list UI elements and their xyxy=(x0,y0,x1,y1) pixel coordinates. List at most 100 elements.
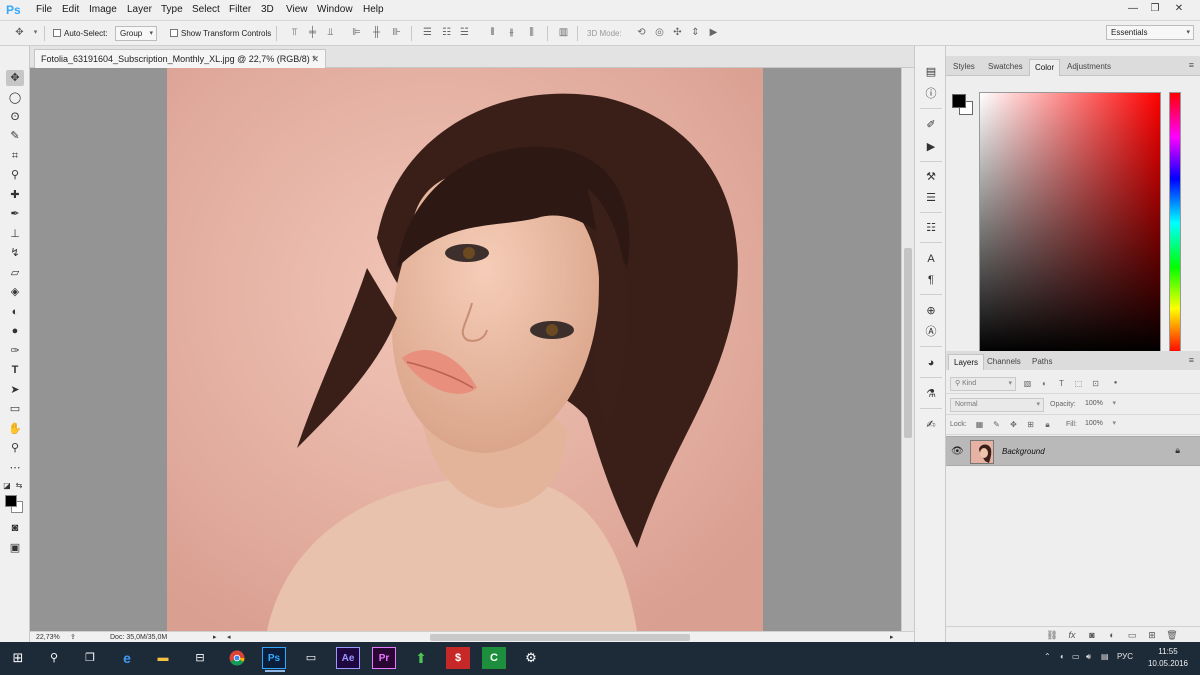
scroll-right-icon[interactable]: ▸ xyxy=(890,633,894,641)
chevron-down-icon[interactable]: ▾ xyxy=(30,27,41,38)
lock-image-icon[interactable]: ✎ xyxy=(991,419,1002,430)
tool-presets-icon[interactable]: ⚒ xyxy=(923,169,939,185)
premiere-icon[interactable]: Pr xyxy=(372,647,396,669)
panel-menu-icon[interactable]: ≡ xyxy=(1189,355,1194,365)
document-tab[interactable]: Fotolia_63191604_Subscription_Monthly_XL… xyxy=(34,49,326,68)
move-tool-preset-icon[interactable]: ✥ xyxy=(14,27,25,38)
clone-stamp-tool-icon[interactable]: ⊥ xyxy=(6,226,24,242)
share-icon[interactable]: ⇪ xyxy=(70,633,76,641)
start-icon[interactable]: ⊞ xyxy=(6,647,30,669)
screen-mode-icon[interactable]: ▣ xyxy=(6,540,24,556)
brush-panel-icon[interactable]: ✍ xyxy=(923,417,939,433)
edge-icon[interactable]: e xyxy=(115,647,139,669)
file-explorer-icon[interactable]: ▬ xyxy=(151,647,175,669)
lock-position-icon[interactable]: ✥ xyxy=(1008,419,1019,430)
move-tool-icon[interactable]: ✥ xyxy=(6,70,24,86)
rotate-3d-icon[interactable]: ⟲ xyxy=(636,27,647,38)
slide-3d-icon[interactable]: ⇕ xyxy=(690,27,701,38)
menu-filter[interactable]: Filter xyxy=(229,4,251,15)
visibility-eye-icon[interactable]: 👁︎ xyxy=(951,446,964,457)
align-vertical-center-icon[interactable]: ╪ xyxy=(307,27,318,38)
eyedropper-tool-icon[interactable]: ⚲ xyxy=(6,167,24,183)
zoom-level[interactable]: 22,73% xyxy=(36,634,60,641)
distribute-vcenter-icon[interactable]: ☷ xyxy=(441,27,452,38)
properties-icon[interactable]: ☰ xyxy=(923,190,939,206)
menu-select[interactable]: Select xyxy=(192,4,220,15)
color-spectrum-field[interactable] xyxy=(979,92,1161,354)
filter-toggle-icon[interactable]: ● xyxy=(1110,378,1121,389)
tab-styles[interactable]: Styles xyxy=(948,59,980,76)
foreground-color-swatch[interactable] xyxy=(5,495,17,507)
language-indicator[interactable]: РУС xyxy=(1117,652,1133,661)
minimize-icon[interactable]: — xyxy=(1124,2,1142,16)
quick-selection-tool-icon[interactable]: ✎ xyxy=(6,128,24,144)
3d-panel-icon[interactable]: ⚗ xyxy=(923,386,939,402)
menu-view[interactable]: View xyxy=(286,4,308,15)
character-panel-icon[interactable]: A xyxy=(923,251,939,267)
hue-slider[interactable] xyxy=(1169,92,1181,354)
path-selection-tool-icon[interactable]: ➤ xyxy=(6,382,24,398)
character-styles-icon[interactable]: Ⓐ xyxy=(923,324,939,340)
new-adjustment-icon[interactable]: ◐ xyxy=(1106,629,1118,641)
paint-bucket-tool-icon[interactable]: ◈ xyxy=(6,284,24,300)
layer-name[interactable]: Background xyxy=(1002,447,1045,456)
rectangle-tool-icon[interactable]: ▭ xyxy=(6,401,24,417)
menu-image[interactable]: Image xyxy=(89,4,117,15)
horizontal-scroll-thumb[interactable] xyxy=(430,634,690,641)
network-icon[interactable]: ▤ xyxy=(1101,652,1109,661)
actions-play-icon[interactable]: ▶ xyxy=(923,139,939,155)
healing-brush-tool-icon[interactable]: ✚ xyxy=(6,187,24,203)
chrome-icon[interactable] xyxy=(225,647,249,669)
tray-battery-icon[interactable]: ▭ xyxy=(1072,652,1080,661)
lasso-tool-icon[interactable]: ʘ xyxy=(6,109,24,125)
scroll-left-icon[interactable]: ◂ xyxy=(227,633,231,641)
fill-value[interactable]: 100% xyxy=(1081,418,1119,432)
vertical-scrollbar[interactable] xyxy=(901,68,914,631)
fx-icon[interactable]: fx xyxy=(1066,629,1078,641)
distribute-hcenter-icon[interactable]: ⫵ xyxy=(506,27,517,38)
blend-mode-dropdown[interactable]: Normal xyxy=(950,398,1044,412)
swap-colors-icon[interactable]: ⇆ xyxy=(14,478,24,494)
brush-tool-icon[interactable]: ✒ xyxy=(6,206,24,222)
layer-filter-kind-dropdown[interactable]: ⚲ Kind xyxy=(950,377,1016,391)
search-icon[interactable]: ⚲ xyxy=(42,647,66,669)
tab-paths[interactable]: Paths xyxy=(1027,354,1057,371)
tab-swatches[interactable]: Swatches xyxy=(983,59,1028,76)
settings-icon[interactable]: ⚙ xyxy=(519,647,543,669)
menu-layer[interactable]: Layer xyxy=(127,4,152,15)
zoom-tool-icon[interactable]: ⚲ xyxy=(6,440,24,456)
elliptical-marquee-tool-icon[interactable]: ◯ xyxy=(6,90,24,106)
task-view-icon[interactable]: ❐ xyxy=(78,647,102,669)
info-panel-icon[interactable]: ⓘ xyxy=(923,86,939,102)
hand-tool-icon[interactable]: ✋ xyxy=(6,421,24,437)
add-mask-icon[interactable]: ◙ xyxy=(1086,629,1098,641)
photoshop-icon[interactable]: Ps xyxy=(262,647,286,672)
tray-app-icon[interactable]: ◐ xyxy=(1060,652,1065,661)
history-panel-icon[interactable]: ▤ xyxy=(923,64,939,80)
distribute-bottom-icon[interactable]: ☱ xyxy=(459,27,470,38)
link-layers-icon[interactable]: ⛓ xyxy=(1046,629,1058,641)
workspace-dropdown[interactable]: Essentials xyxy=(1106,25,1194,40)
menu-type[interactable]: Type xyxy=(161,4,183,15)
show-transform-checkbox[interactable] xyxy=(170,29,178,37)
tray-chevron-icon[interactable]: ⌃ xyxy=(1044,652,1051,661)
lock-all-icon[interactable]: 🔒︎ xyxy=(1042,419,1053,430)
pen-tool-icon[interactable]: ✑ xyxy=(6,343,24,359)
adjustments-icon[interactable]: ☷ xyxy=(923,220,939,236)
navigator-icon[interactable]: ◕ xyxy=(923,355,939,371)
tab-layers[interactable]: Layers xyxy=(948,354,985,371)
smart-object-filter-icon[interactable]: ⊡ xyxy=(1090,378,1101,389)
menu-window[interactable]: Window xyxy=(317,4,353,15)
auto-align-layers-icon[interactable]: ▥ xyxy=(558,27,569,38)
quick-mask-icon[interactable]: ◙ xyxy=(6,520,24,536)
distribute-top-icon[interactable]: ☰ xyxy=(422,27,433,38)
crop-tool-icon[interactable]: ⌗ xyxy=(6,148,24,164)
dodge-tool-icon[interactable]: ● xyxy=(6,323,24,339)
paragraph-panel-icon[interactable]: ¶ xyxy=(923,272,939,288)
type-filter-icon[interactable]: T xyxy=(1056,378,1067,389)
menu-file[interactable]: File xyxy=(36,4,52,15)
color-foreground-swatch[interactable] xyxy=(952,94,966,108)
shape-filter-icon[interactable]: ⬚ xyxy=(1073,378,1084,389)
close-window-icon[interactable]: ✕ xyxy=(1170,2,1188,16)
clock[interactable]: 11:55 10.05.2016 xyxy=(1138,646,1198,670)
